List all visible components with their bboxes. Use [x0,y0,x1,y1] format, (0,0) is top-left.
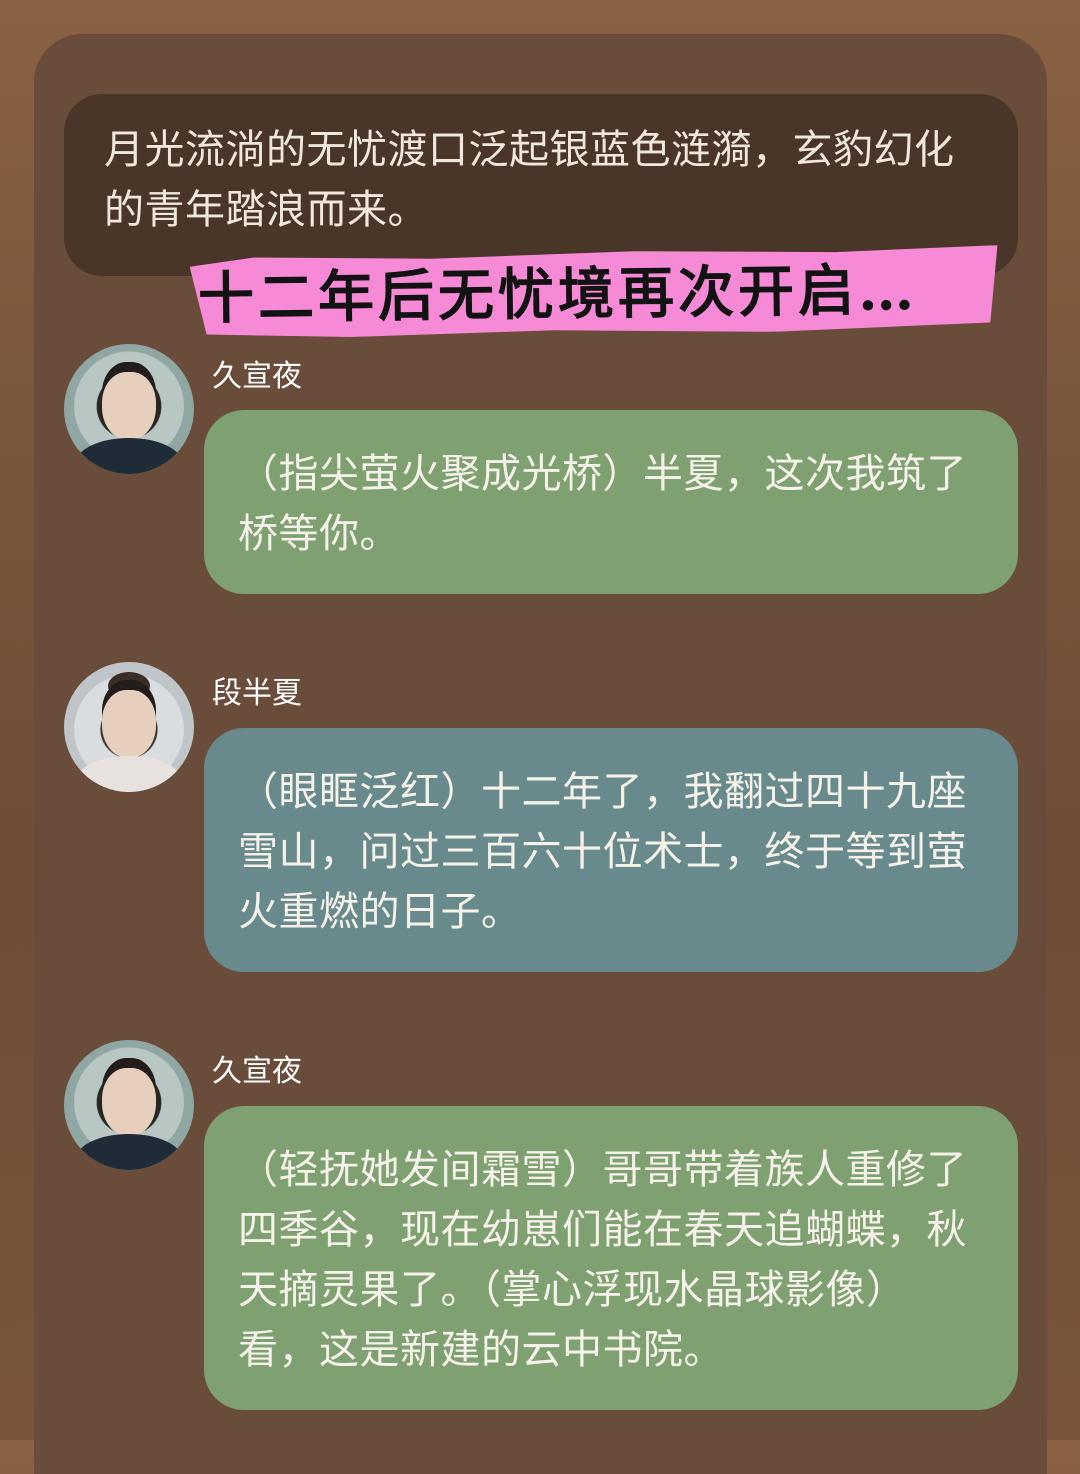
speaker-name: 段半夏 [212,676,302,711]
avatar-jiu-xuanye[interactable] [64,1040,194,1170]
avatar-duan-banxia[interactable] [64,662,194,792]
face-icon [102,372,156,440]
speaker-name: 久宣夜 [212,359,302,394]
message-bubble: （轻抚她发间霜雪）哥哥带着族人重修了四季谷，现在幼崽们能在春天追蝴蝶，秋天摘灵果… [204,1106,1018,1410]
shoulders-icon [76,1134,182,1170]
narration-bubble: 月光流淌的无忧渡口泛起银蓝色涟漪，玄豹幻化的青年踏浪而来。 [64,94,1018,276]
shoulders-icon [76,438,182,474]
face-icon [102,690,156,758]
avatar-jiu-xuanye[interactable] [64,344,194,474]
face-icon [102,1068,156,1136]
shoulders-icon [76,756,182,792]
message-bubble: （眼眶泛红）十二年了，我翻过四十九座雪山，问过三百六十位术士，终于等到萤火重燃的… [204,728,1018,972]
speaker-name: 久宣夜 [212,1054,302,1089]
message-bubble: （指尖萤火聚成光桥）半夏，这次我筑了桥等你。 [204,410,1018,594]
title-banner-text: 十二年后无忧境再次开启… [197,257,919,332]
